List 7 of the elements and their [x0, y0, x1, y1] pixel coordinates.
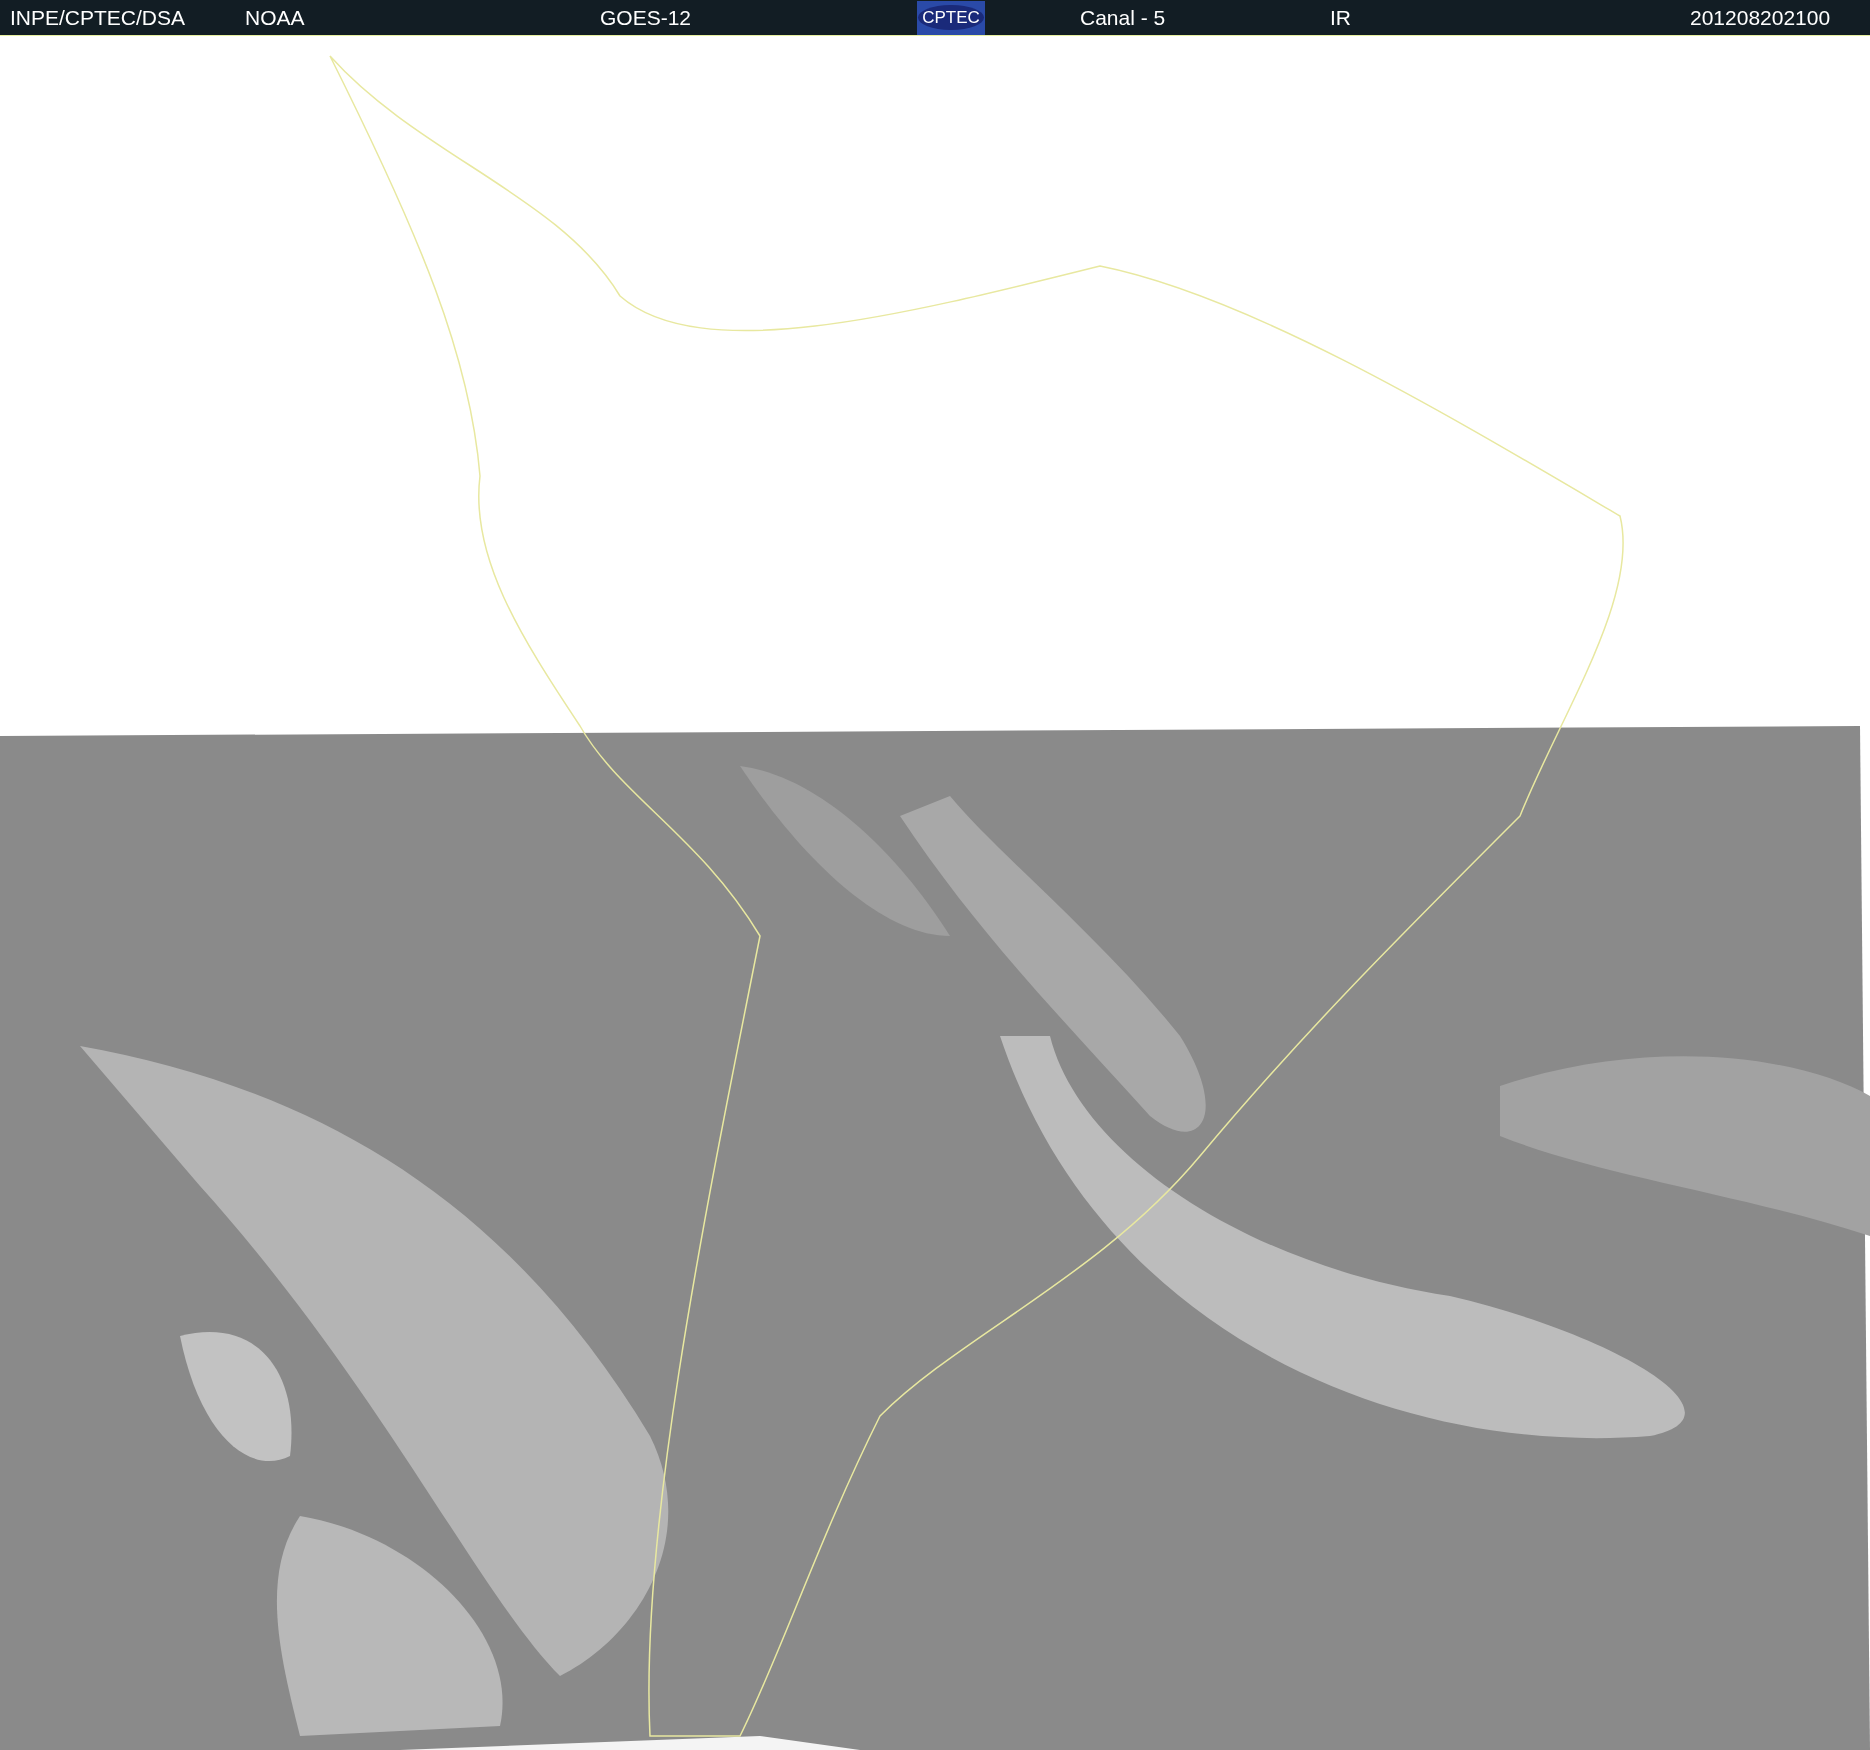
header-label: IR: [1330, 5, 1351, 29]
header-label: GOES-12: [600, 5, 692, 29]
header-label: INPE/CPTEC/DSA: [10, 5, 186, 29]
header-label: Canal - 5: [1080, 5, 1166, 29]
header-label: NOAA: [245, 5, 305, 29]
header-label: 201208202100: [1690, 5, 1831, 29]
logo-text: CPTEC: [918, 4, 984, 31]
